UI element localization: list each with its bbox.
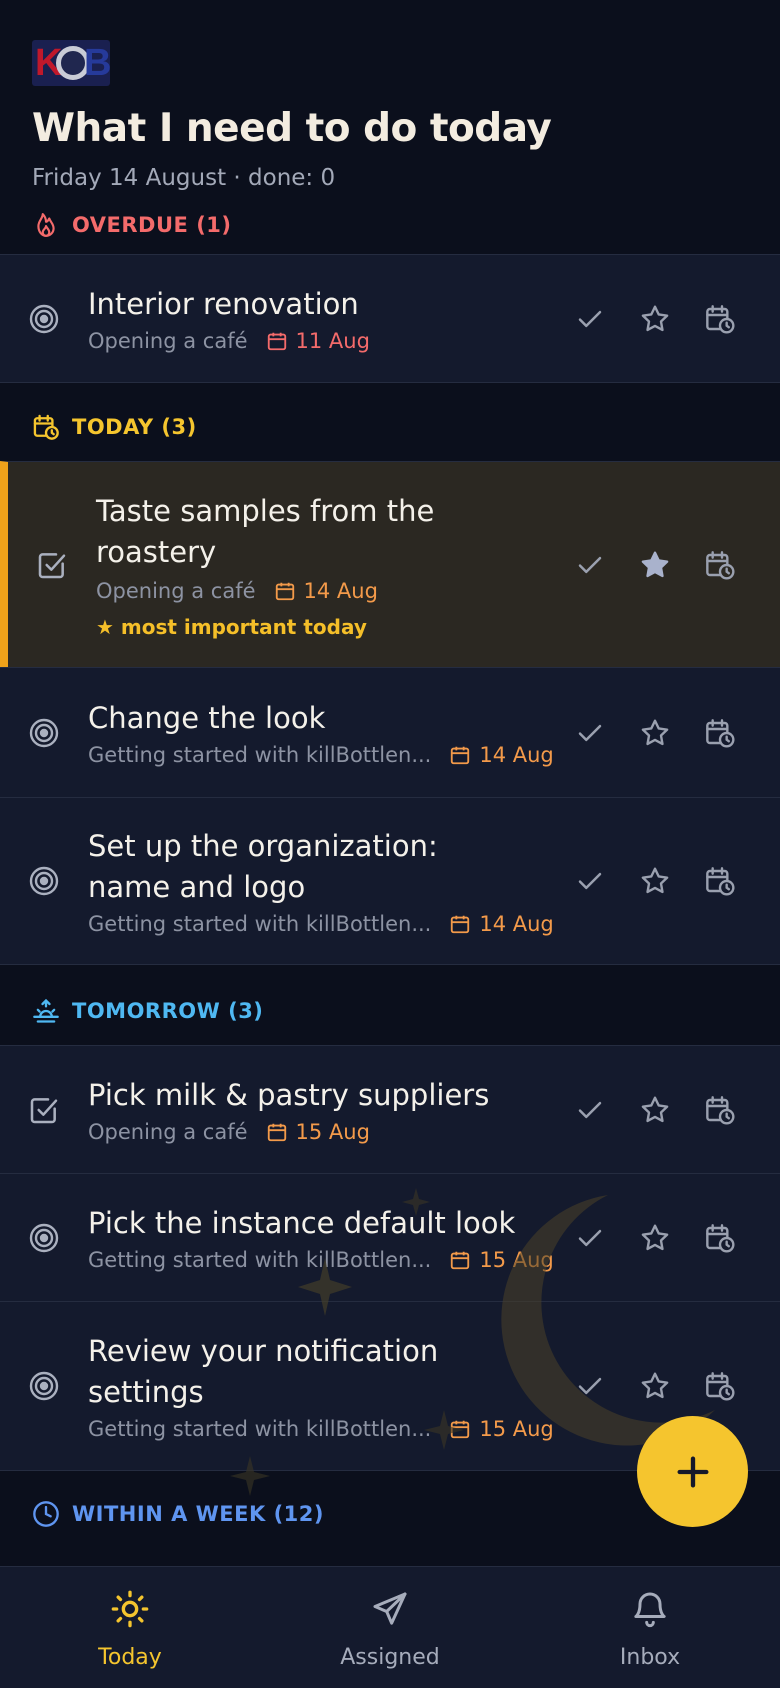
star-icon[interactable] xyxy=(635,299,675,339)
section-label: OVERDUE (1) xyxy=(72,213,232,237)
task-title: Review your notification settings xyxy=(88,1334,439,1409)
reschedule-calendar-icon[interactable] xyxy=(700,1366,740,1406)
task-project: Opening a café xyxy=(88,1120,248,1144)
checkbox-icon xyxy=(8,549,96,581)
reschedule-calendar-icon[interactable] xyxy=(700,1090,740,1130)
task-title: Change the look xyxy=(88,701,326,735)
section-label: TOMORROW (3) xyxy=(72,999,264,1023)
reschedule-calendar-icon[interactable] xyxy=(700,861,740,901)
task-project: Getting started with killBottlen... xyxy=(88,743,432,767)
task-due-date: 14 Aug xyxy=(449,912,554,936)
calendar-icon xyxy=(451,1420,470,1439)
bell-icon xyxy=(630,1589,670,1633)
complete-check-icon[interactable] xyxy=(570,713,610,753)
sun-icon xyxy=(110,1589,150,1633)
reschedule-calendar-icon[interactable] xyxy=(700,713,740,753)
task-row[interactable]: Interior renovation Opening a café 11 Au… xyxy=(0,254,780,383)
nav-item-today[interactable]: Today xyxy=(0,1567,260,1688)
nav-label: Inbox xyxy=(619,1645,681,1670)
complete-check-icon[interactable] xyxy=(570,299,610,339)
nav-item-assigned[interactable]: Assigned xyxy=(260,1567,520,1688)
reschedule-calendar-icon[interactable] xyxy=(700,545,740,585)
task-title: Pick the instance default look xyxy=(88,1206,516,1240)
complete-check-icon[interactable] xyxy=(570,861,610,901)
section-header-tomorrow[interactable]: TOMORROW (3) xyxy=(0,965,780,1045)
add-task-button[interactable] xyxy=(637,1416,748,1527)
task-project: Opening a café xyxy=(96,578,256,603)
complete-check-icon[interactable] xyxy=(570,1090,610,1130)
task-row-important[interactable]: Taste samples from the roastery Opening … xyxy=(0,461,780,667)
send-icon xyxy=(370,1589,410,1633)
star-icon[interactable] xyxy=(635,713,675,753)
most-important-note: ★ most important today xyxy=(96,614,367,639)
target-icon xyxy=(0,1370,88,1402)
target-icon xyxy=(0,303,88,335)
checkbox-icon xyxy=(0,1094,88,1126)
task-due-date: 15 Aug xyxy=(449,1417,554,1441)
calendar-icon xyxy=(267,332,286,351)
section-label: WITHIN A WEEK (12) xyxy=(72,1502,324,1526)
reschedule-calendar-icon[interactable] xyxy=(700,299,740,339)
task-project: Opening a café xyxy=(88,329,248,353)
plus-icon xyxy=(677,1456,708,1487)
section-header-overdue[interactable]: OVERDUE (1) xyxy=(0,196,780,254)
clock-icon xyxy=(32,1500,60,1528)
task-title: Taste samples from the roastery xyxy=(96,493,435,569)
star-filled-icon[interactable] xyxy=(635,545,675,585)
calendar-icon xyxy=(267,1123,286,1142)
flame-icon xyxy=(32,211,60,239)
star-icon[interactable] xyxy=(635,1218,675,1258)
task-due-date: 15 Aug xyxy=(266,1120,370,1144)
complete-check-icon[interactable] xyxy=(570,1366,610,1406)
page-subtitle: Friday 14 August · done: 0 xyxy=(32,165,336,191)
reschedule-calendar-icon[interactable] xyxy=(700,1218,740,1258)
target-icon xyxy=(0,717,88,749)
header: K B What I need to do today Friday 14 Au… xyxy=(0,0,780,204)
nav-label: Today xyxy=(98,1645,162,1670)
task-row[interactable]: Change the look Getting started with kil… xyxy=(0,667,780,797)
task-due-date: 11 Aug xyxy=(266,329,370,353)
task-title: Pick milk & pastry suppliers xyxy=(88,1078,490,1112)
task-due-date: 14 Aug xyxy=(449,743,554,767)
task-row[interactable]: Pick the instance default look Getting s… xyxy=(0,1173,780,1301)
task-row[interactable]: Pick milk & pastry suppliers Opening a c… xyxy=(0,1045,780,1173)
target-icon xyxy=(0,1222,88,1254)
calendar-icon xyxy=(275,582,294,600)
task-project: Getting started with killBottlen... xyxy=(88,1417,432,1441)
calendar-icon xyxy=(451,1251,470,1270)
calendar-icon xyxy=(451,915,470,934)
nav-item-inbox[interactable]: Inbox xyxy=(520,1567,780,1688)
section-header-today[interactable]: TODAY (3) xyxy=(0,383,780,461)
star-icon[interactable] xyxy=(635,861,675,901)
task-project: Getting started with killBottlen... xyxy=(88,912,432,936)
app-logo[interactable]: K B xyxy=(32,40,110,86)
page-title: What I need to do today xyxy=(32,106,552,151)
task-title: Interior renovation xyxy=(88,287,359,321)
star-icon[interactable] xyxy=(635,1090,675,1130)
section-label: TODAY (3) xyxy=(72,415,197,439)
task-title: Set up the organization: name and logo xyxy=(88,829,438,904)
task-due-date: 15 Aug xyxy=(449,1248,554,1272)
bottom-nav: Today Assigned Inbox xyxy=(0,1566,780,1688)
task-row[interactable]: Set up the organization: name and logo G… xyxy=(0,797,780,965)
nav-label: Assigned xyxy=(340,1645,440,1670)
task-due-date: 14 Aug xyxy=(274,579,378,603)
calendar-icon xyxy=(451,746,470,765)
star-icon[interactable] xyxy=(635,1366,675,1406)
complete-check-icon[interactable] xyxy=(570,545,610,585)
complete-check-icon[interactable] xyxy=(570,1218,610,1258)
task-project: Getting started with killBottlen... xyxy=(88,1248,432,1272)
target-icon xyxy=(0,865,88,897)
sunrise-icon xyxy=(32,997,60,1025)
calendar-clock-icon xyxy=(32,413,60,441)
